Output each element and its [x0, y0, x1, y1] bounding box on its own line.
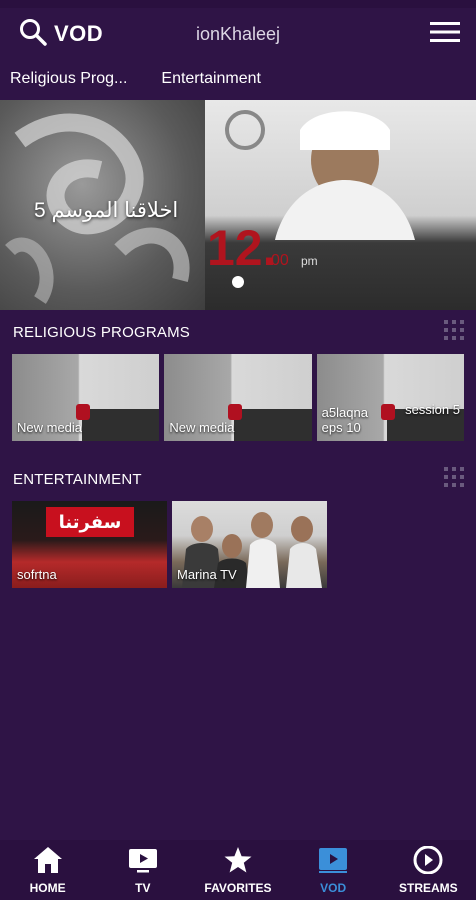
section-title: RELIGIOUS PROGRAMS: [13, 323, 190, 341]
star-icon: [223, 846, 253, 879]
nav-label: FAVORITES: [204, 881, 272, 895]
nav-label: STREAMS: [399, 881, 458, 895]
media-card[interactable]: New media: [164, 354, 312, 441]
card-label: Marina TV: [177, 567, 237, 582]
nav-vod[interactable]: VOD: [288, 846, 378, 895]
card-label: New media: [169, 420, 235, 435]
nav-tv[interactable]: TV: [98, 846, 188, 895]
thumbnail-accent: [76, 404, 90, 420]
card-label: New media: [17, 420, 83, 435]
card-label: a5laqna eps 10: [321, 405, 368, 435]
thumbnail-accent: [228, 404, 243, 420]
grid-view-button[interactable]: [444, 466, 464, 492]
media-card[interactable]: New media: [12, 354, 160, 441]
category-tabs: Religious Prog... Entertainment: [0, 60, 476, 98]
home-icon: [33, 846, 63, 879]
tv-icon: [128, 846, 158, 879]
play-circle-icon: [413, 845, 443, 879]
section-header: RELIGIOUS PROGRAMS: [12, 310, 464, 354]
thumbnail-accent: [380, 404, 395, 420]
svg-text:00: 00: [271, 252, 289, 269]
media-card[interactable]: a5laqna eps 10 session 5: [316, 354, 464, 441]
section-header: ENTERTAINMENT: [12, 457, 464, 501]
religious-programs-row: New media New media a5laqna eps 10 sessi…: [12, 354, 464, 441]
search-icon: [18, 17, 48, 52]
hero-banner[interactable]: 12. 00 pm اخلاقنا الموسم 5: [0, 100, 476, 310]
app-bar: VOD ionKhaleej: [0, 8, 476, 60]
menu-icon: [430, 21, 460, 47]
search-button[interactable]: VOD: [18, 17, 103, 52]
hero-host-photo: 12. 00 pm: [205, 100, 476, 310]
grid-view-button[interactable]: [444, 319, 464, 345]
section-religious-programs: RELIGIOUS PROGRAMS New media New media a…: [0, 310, 476, 441]
status-bar: [0, 0, 476, 8]
card-secondary-label: session 5: [405, 402, 460, 417]
grid-icon: [444, 466, 464, 491]
tab-entertainment[interactable]: Entertainment: [161, 70, 261, 88]
section-entertainment: ENTERTAINMENT سفرتنا sofrtna Marina TV: [0, 457, 476, 588]
entertainment-row: سفرتنا sofrtna Marina TV: [12, 501, 464, 588]
section-title: ENTERTAINMENT: [13, 470, 142, 488]
thumbnail-band: [234, 409, 312, 441]
media-card[interactable]: سفرتنا sofrtna: [12, 501, 167, 588]
nav-label: TV: [135, 881, 151, 895]
card-label: sofrtna: [17, 567, 57, 582]
tab-religious-programs[interactable]: Religious Prog...: [10, 70, 127, 88]
hero-title: اخلاقنا الموسم 5: [34, 199, 179, 222]
bottom-navigation: HOME TV FAVORITES VOD STREAMS: [0, 840, 476, 900]
nav-favorites[interactable]: FAVORITES: [193, 846, 283, 895]
grid-icon: [444, 319, 464, 344]
nav-label: HOME: [29, 881, 66, 895]
vod-icon: [318, 846, 348, 879]
nav-streams[interactable]: STREAMS: [383, 845, 473, 895]
nav-label: VOD: [320, 881, 347, 895]
carousel-indicator[interactable]: [232, 276, 244, 288]
media-card[interactable]: Marina TV: [172, 501, 327, 588]
sofrtna-logo: سفرتنا: [46, 507, 134, 537]
hamburger-menu-button[interactable]: [430, 21, 460, 48]
thumbnail-band: [82, 409, 160, 441]
svg-text:pm: pm: [301, 254, 318, 268]
section-title-vod: VOD: [54, 21, 104, 46]
svg-text:12.: 12.: [207, 220, 277, 276]
nav-home[interactable]: HOME: [3, 846, 93, 895]
